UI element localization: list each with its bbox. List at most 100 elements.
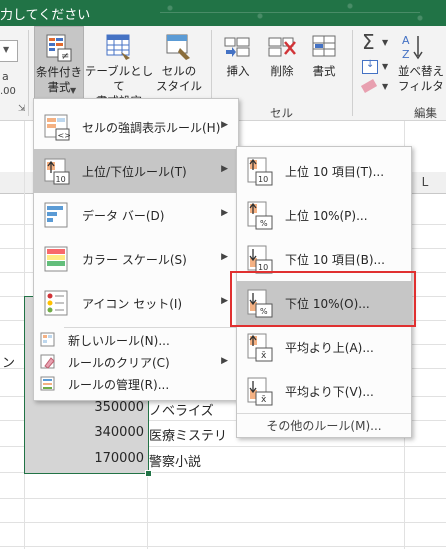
menu-item-top-bottom-rules[interactable]: 10 上位/下位ルール(T) ▶ [34, 149, 238, 193]
svg-text:A: A [402, 34, 410, 47]
fragment-decimal: .00 [0, 86, 16, 97]
gridline [0, 546, 446, 547]
below-average-icon: x̄ [247, 377, 273, 406]
menu-item-label: カラー スケール(S) [82, 253, 187, 267]
submenu-item-below-average[interactable]: x̄ 平均より下(V)... [237, 369, 411, 413]
format-label: 書式 [312, 64, 336, 78]
svg-text:≠: ≠ [61, 51, 69, 62]
cell-style-button[interactable]: セルの スタイル [154, 26, 204, 98]
autosum-icon[interactable]: Σ [362, 30, 375, 54]
cell-genre[interactable]: 警察小説 [149, 451, 201, 470]
format-cells-icon [312, 35, 336, 57]
menu-separator [64, 327, 238, 328]
eraser-icon[interactable] [360, 79, 378, 93]
submenu-item-label: 上位 10 項目(T)... [285, 165, 385, 179]
clear-rules-icon [40, 354, 55, 369]
conditional-format-menu: <> セルの強調表示ルール(H) ▶ 10 上位/下位ルール(T) ▶ データ … [33, 98, 239, 401]
menu-item-clear-rules[interactable]: ルールのクリア(C) ▶ [34, 351, 238, 373]
menu-separator [237, 413, 411, 414]
menu-item-new-rule[interactable]: 新しいルール(N)... [34, 329, 238, 351]
icon-badge: x̄ [261, 351, 267, 361]
menu-item-label: 上位/下位ルール(T) [82, 165, 187, 179]
color-scales-icon [44, 246, 68, 272]
bottom-10-items-icon: 10 [247, 245, 273, 274]
submenu-arrow-icon: ▶ [221, 120, 228, 130]
chevron-down-icon: ▼ [382, 82, 389, 91]
submenu-arrow-icon: ▶ [221, 252, 228, 262]
menu-item-label: ルールのクリア(C) [68, 356, 170, 370]
icon-badge: x̄ [261, 395, 267, 405]
submenu-arrow-icon: ▶ [221, 208, 228, 218]
cell-genre[interactable]: ノベライズ [149, 400, 214, 419]
icon-badge: 10 [258, 175, 268, 184]
submenu-item-label: 平均より下(V)... [285, 385, 374, 399]
svg-text:10: 10 [56, 175, 66, 184]
menu-item-label: 新しいルール(N)... [68, 334, 170, 348]
submenu-item-label: 平均より上(A)... [285, 341, 374, 355]
data-bars-icon [44, 202, 68, 228]
submenu-item-label: 上位 10%(P)... [285, 209, 368, 223]
window-title: 力してください [0, 8, 91, 23]
sort-filter-label: 並べ替え フィルタ [398, 64, 444, 93]
svg-text:<>: <> [58, 131, 71, 140]
top-10-percent-icon: % [247, 201, 273, 230]
new-rule-icon [40, 332, 55, 347]
above-average-icon: x̄ [247, 333, 273, 362]
top-10-items-icon: 10 [247, 157, 273, 186]
highlight-rules-icon: <> [44, 114, 71, 141]
dropdown-fragment[interactable]: ▼ [0, 40, 18, 62]
menu-item-color-scales[interactable]: カラー スケール(S) ▶ [34, 237, 238, 281]
submenu-arrow-icon: ▶ [221, 164, 228, 174]
column-header-l[interactable]: L [410, 172, 440, 193]
menu-item-label: セルの強調表示ルール(H) [82, 121, 221, 135]
highlight-annotation-box [230, 271, 416, 327]
delete-label: 削除 [270, 64, 294, 78]
menu-item-highlight-rules[interactable]: <> セルの強調表示ルール(H) ▶ [34, 105, 238, 149]
menu-item-data-bars[interactable]: データ バー(D) ▶ [34, 193, 238, 237]
insert-button[interactable]: 挿入 [218, 26, 258, 98]
format-button[interactable]: 書式 [304, 26, 344, 98]
format-as-table-button[interactable]: テーブルとして 書式設定 [84, 26, 154, 108]
submenu-item-top-10-items[interactable]: 10 上位 10 項目(T)... [237, 149, 411, 193]
menu-item-manage-rules[interactable]: ルールの管理(R)... [34, 373, 238, 395]
cell-genre[interactable]: 医療ミステリ [149, 425, 227, 444]
fill-handle[interactable] [145, 470, 152, 477]
table-format-icon [106, 34, 130, 60]
submenu-arrow-icon: ▶ [221, 356, 228, 366]
title-bar: 力してください [0, 0, 446, 26]
conditional-format-button[interactable]: ≠ 条件付き 書式 [34, 26, 84, 100]
group-separator [28, 30, 29, 116]
fragment-a: a [2, 70, 9, 83]
menu-item-icon-sets[interactable]: アイコン セット(I) ▶ [34, 281, 238, 325]
edit-group-label: 編集 [414, 106, 437, 120]
menu-item-label: アイコン セット(I) [82, 297, 183, 311]
delete-cells-icon [268, 37, 296, 57]
chevron-down-icon: ▼ [382, 62, 389, 71]
svg-text:Z: Z [402, 48, 410, 61]
sort-filter-button[interactable]: A Z 並べ替え フィルタ [396, 26, 446, 98]
gridline [0, 498, 446, 499]
insert-cells-icon [224, 37, 250, 57]
fill-icon[interactable]: ↓ [362, 59, 378, 74]
icon-badge: % [260, 219, 268, 228]
cell-value[interactable]: 170000 [24, 451, 144, 466]
menu-item-label: データ バー(D) [82, 209, 165, 223]
submenu-item-label: 下位 10 項目(B)... [285, 253, 385, 267]
submenu-item-above-average[interactable]: x̄ 平均より上(A)... [237, 325, 411, 369]
gridline [0, 522, 446, 523]
dialog-launcher-icon[interactable]: ⇲ [18, 104, 26, 114]
top-bottom-rules-icon: 10 [44, 158, 70, 185]
submenu-item-more-rules[interactable]: その他のルール(M)... [237, 417, 411, 434]
chevron-down-icon: ▼ [382, 38, 389, 47]
submenu-item-top-10-percent[interactable]: % 上位 10%(P)... [237, 193, 411, 237]
cell-value[interactable]: 350000 [24, 400, 144, 415]
conditional-format-icon: ≠ [46, 34, 72, 62]
cell-style-label: セルの スタイル [156, 64, 202, 93]
insert-label: 挿入 [226, 64, 250, 78]
sort-filter-icon: A Z [402, 34, 423, 61]
title-pattern [140, 0, 446, 26]
delete-button[interactable]: 削除 [262, 26, 302, 98]
cell-fragment: ン [2, 356, 16, 371]
cell-value[interactable]: 340000 [24, 425, 144, 440]
menu-item-label: ルールの管理(R)... [68, 378, 170, 392]
